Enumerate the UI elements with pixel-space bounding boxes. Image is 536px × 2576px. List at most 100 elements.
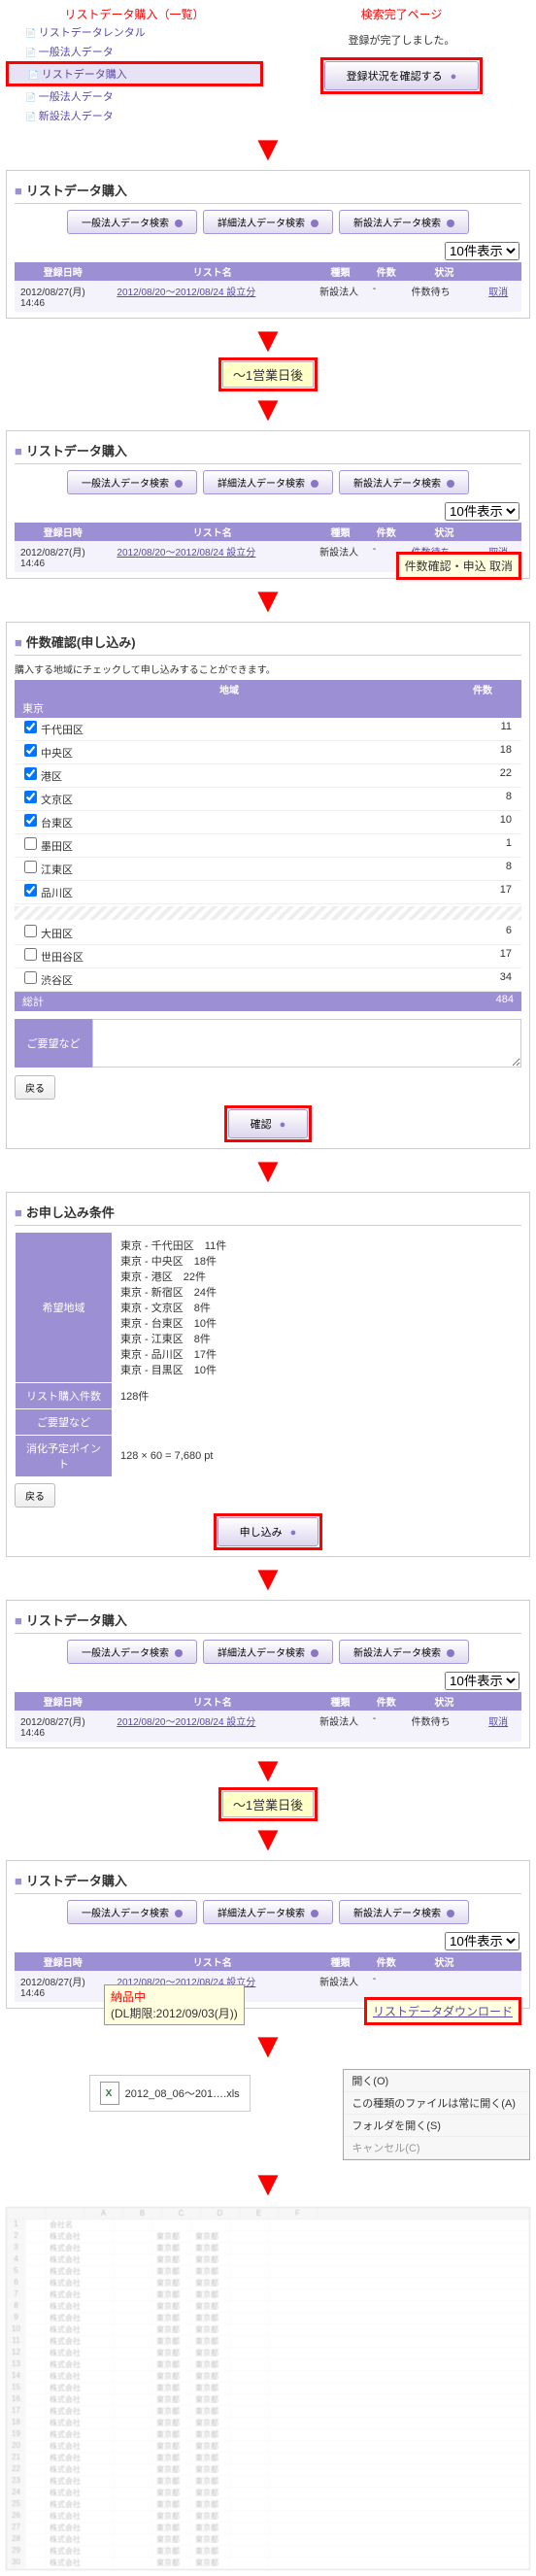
col-header: 件数: [367, 1692, 406, 1711]
search-button[interactable]: 詳細法人データ検索: [203, 470, 333, 494]
search-button[interactable]: 新設法人データ検索: [339, 1640, 469, 1664]
search-button[interactable]: 新設法人データ検索: [339, 470, 469, 494]
menu-item-cancel[interactable]: キャンセル(C): [344, 2137, 529, 2159]
col-header: 登録日時: [15, 262, 111, 281]
region-checkbox[interactable]: [24, 884, 37, 897]
col-header: 件数: [444, 680, 521, 698]
cancel-link[interactable]: 取消: [488, 1717, 508, 1728]
search-button[interactable]: 新設法人データ検索: [339, 210, 469, 234]
page-size-select[interactable]: 10件表示: [445, 1932, 519, 1950]
menu-item-open[interactable]: 開く(O): [344, 2070, 529, 2092]
region-row: 中央区18: [15, 741, 521, 764]
page-size-select[interactable]: 10件表示: [445, 1672, 519, 1690]
cancel-link[interactable]: 取消: [488, 288, 508, 298]
col-header: 状況: [406, 1952, 484, 1971]
search-button[interactable]: 一般法人データ検索: [67, 1900, 197, 1924]
col-header: 件数: [367, 262, 406, 281]
search-button[interactable]: 一般法人データ検索: [67, 470, 197, 494]
dl-due: (DL期限:2012/09/03(月)): [111, 2007, 238, 2020]
col-header: 件数: [367, 523, 406, 541]
search-button[interactable]: 詳細法人データ検索: [203, 210, 333, 234]
nav-item[interactable]: リストデータレンタル: [6, 22, 263, 42]
nav-item[interactable]: 一般法人データ: [6, 86, 263, 106]
menu-item-folder[interactable]: フォルダを開く(S): [344, 2115, 529, 2137]
cell: -: [367, 281, 406, 312]
confirm-button[interactable]: 確認: [228, 1109, 309, 1138]
region-checkbox[interactable]: [24, 861, 37, 873]
panel-title: お申し込み条件: [15, 1199, 521, 1226]
col-header: 登録日時: [15, 523, 111, 541]
region-row: 文京区8: [15, 788, 521, 811]
region-checkbox[interactable]: [24, 837, 37, 850]
col-header: 種類: [314, 1692, 367, 1711]
excel-preview: ABCDEF 1会社名2株式会社東京都東京都3株式会社東京都東京都4株式会社東京…: [6, 2207, 530, 2570]
cell-date: 2012/08/27(月) 14:46: [15, 281, 111, 312]
table-row: 2012/08/27(月) 14:46 2012/08/20～2012/08/2…: [15, 281, 521, 312]
col-header: 状況: [406, 1692, 484, 1711]
col-header: 地域: [15, 680, 444, 698]
page-size-select[interactable]: 10件表示: [445, 502, 519, 521]
day-badge: ～1営業日後: [222, 361, 314, 388]
panel-title: リストデータ購入: [15, 1867, 521, 1894]
search-button[interactable]: 詳細法人データ検索: [203, 1900, 333, 1924]
check-status-button[interactable]: 登録状況を確認する: [324, 61, 480, 90]
back-button[interactable]: 戻る: [15, 1483, 55, 1508]
flow-arrow-icon: ▼: [0, 391, 536, 426]
nav-item-purchase[interactable]: リストデータ購入: [6, 61, 263, 86]
page-size-select[interactable]: 10件表示: [445, 242, 519, 260]
search-button[interactable]: 新設法人データ検索: [339, 1900, 469, 1924]
nav-item[interactable]: 一般法人データ: [6, 42, 263, 61]
region-checkbox[interactable]: [24, 744, 37, 757]
col-header: 種類: [314, 1952, 367, 1971]
flow-arrow-icon: ▼: [0, 1752, 536, 1787]
list-name-link[interactable]: 2012/08/20～2012/08/24 設立分: [117, 548, 255, 559]
table-row: 2012/08/27(月) 14:46 2012/08/20～2012/08/2…: [15, 1711, 521, 1742]
snip-indicator: [15, 906, 521, 920]
col-header: リスト名: [111, 523, 314, 541]
cell: 2012/08/27(月) 14:46: [15, 541, 111, 572]
flow-arrow-icon: ▼: [0, 1561, 536, 1596]
col-header: 登録日時: [15, 1692, 111, 1711]
region-checkbox[interactable]: [24, 767, 37, 780]
col-header: 種類: [314, 262, 367, 281]
region-checkbox[interactable]: [24, 925, 37, 937]
flow-arrow-icon: ▼: [0, 583, 536, 618]
region-checkbox[interactable]: [24, 948, 37, 961]
nav-item[interactable]: 新設法人データ: [6, 106, 263, 125]
pref-header: 東京: [15, 698, 521, 718]
region-checkbox[interactable]: [24, 721, 37, 733]
panel-title: リストデータ購入: [15, 177, 521, 204]
col-header: 状況: [406, 262, 484, 281]
back-button[interactable]: 戻る: [15, 1075, 55, 1100]
search-button[interactable]: 一般法人データ検索: [67, 1640, 197, 1664]
cell-status: 件数待ち: [406, 281, 484, 312]
search-button[interactable]: 詳細法人データ検索: [203, 1640, 333, 1664]
request-input[interactable]: [92, 1019, 521, 1068]
cell: 2012/08/27(月) 14:46: [15, 1971, 111, 2002]
region-checkbox[interactable]: [24, 814, 37, 827]
cell: 件数待ち: [406, 1711, 484, 1742]
total-label: 総計: [22, 994, 44, 1009]
xls-icon: [100, 2082, 119, 2105]
reg-done-msg: 登録が完了しました。: [273, 32, 530, 48]
search-button[interactable]: 一般法人データ検索: [67, 210, 197, 234]
download-file[interactable]: 2012_08_06～201….xls: [89, 2075, 251, 2112]
col-header: リスト名: [111, 262, 314, 281]
area-label: 希望地域: [16, 1233, 113, 1383]
total-value: 484: [496, 994, 514, 1009]
region-checkbox[interactable]: [24, 971, 37, 984]
download-button[interactable]: リストデータダウンロード: [373, 2005, 513, 2018]
list-name-link[interactable]: 2012/08/20～2012/08/24 設立分: [117, 288, 255, 298]
col-header: 状況: [406, 523, 484, 541]
menu-item-always-open[interactable]: この種類のファイルは常に開く(A): [344, 2092, 529, 2115]
submit-button[interactable]: 申し込み: [218, 1517, 319, 1546]
left-title: リストデータ購入（一覧）: [6, 6, 263, 22]
req-label: ご要望など: [16, 1409, 113, 1436]
flow-arrow-icon: ▼: [0, 1821, 536, 1856]
region-checkbox[interactable]: [24, 791, 37, 803]
cell: 新設法人: [314, 281, 367, 312]
action-tooltip: 件数確認・申込 取消: [396, 552, 521, 580]
list-name-link[interactable]: 2012/08/20～2012/08/24 設立分: [117, 1717, 255, 1728]
flow-arrow-icon: ▼: [0, 322, 536, 357]
context-menu: 開く(O) この種類のファイルは常に開く(A) フォルダを開く(S) キャンセル…: [343, 2069, 530, 2160]
